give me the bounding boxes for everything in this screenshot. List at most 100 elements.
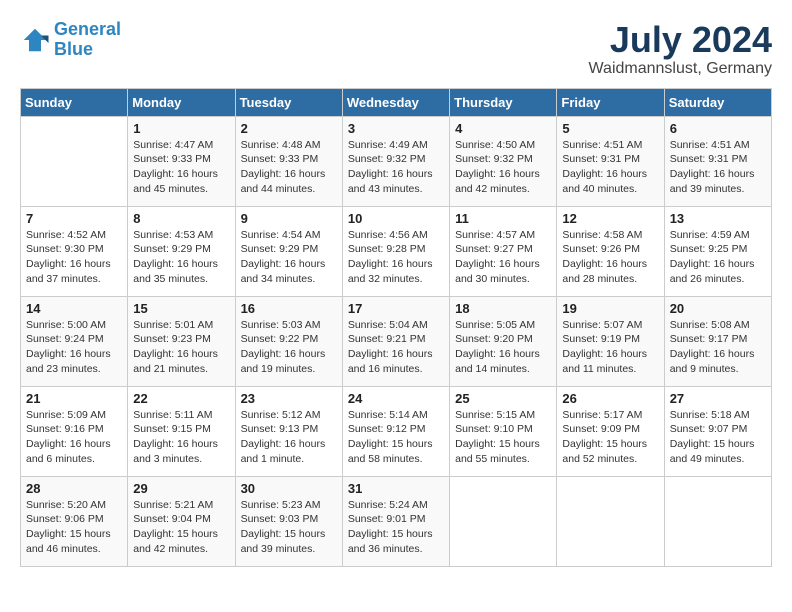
week-row-1: 1Sunrise: 4:47 AM Sunset: 9:33 PM Daylig… xyxy=(21,116,772,206)
calendar-cell: 3Sunrise: 4:49 AM Sunset: 9:32 PM Daylig… xyxy=(342,116,449,206)
day-number: 23 xyxy=(241,391,337,406)
calendar-cell: 14 Sunrise: 5:00 AM Sunset: 9:24 PM Dayli… xyxy=(21,296,128,386)
day-number: 3 xyxy=(348,121,444,136)
day-info: Sunrise: 4:50 AM Sunset: 9:32 PM Dayligh… xyxy=(455,138,551,197)
calendar-cell: 9 Sunrise: 4:54 AM Sunset: 9:29 PM Daylig… xyxy=(235,206,342,296)
calendar-cell: 11 Sunrise: 4:57 AM Sunset: 9:27 PM Dayli… xyxy=(450,206,557,296)
calendar-cell: 27Sunrise: 5:18 AM Sunset: 9:07 PM Dayli… xyxy=(664,386,771,476)
calendar-cell: 29Sunrise: 5:21 AM Sunset: 9:04 PM Dayli… xyxy=(128,476,235,566)
calendar-cell: 25Sunrise: 5:15 AM Sunset: 9:10 PM Dayli… xyxy=(450,386,557,476)
day-number: 19 xyxy=(562,301,658,316)
weekday-header-monday: Monday xyxy=(128,88,235,116)
day-info: Sunrise: 4:52 AM Sunset: 9:30 PM Dayligh… xyxy=(26,228,122,287)
weekday-header-wednesday: Wednesday xyxy=(342,88,449,116)
day-info: Sunrise: 5:24 AM Sunset: 9:01 PM Dayligh… xyxy=(348,498,444,557)
day-number: 21 xyxy=(26,391,122,406)
calendar-header: SundayMondayTuesdayWednesdayThursdayFrid… xyxy=(21,88,772,116)
day-number: 5 xyxy=(562,121,658,136)
day-info: Sunrise: 4:51 AM Sunset: 9:31 PM Dayligh… xyxy=(670,138,766,197)
calendar-cell: 28 Sunrise: 5:20 AM Sunset: 9:06 PM Dayli… xyxy=(21,476,128,566)
week-row-4: 21Sunrise: 5:09 AM Sunset: 9:16 PM Dayli… xyxy=(21,386,772,476)
logo-text: General Blue xyxy=(54,20,121,60)
day-number: 11 xyxy=(455,211,551,226)
day-info: Sunrise: 5:23 AM Sunset: 9:03 PM Dayligh… xyxy=(241,498,337,557)
calendar-cell: 17 Sunrise: 5:04 AM Sunset: 9:21 PM Dayli… xyxy=(342,296,449,386)
day-number: 18 xyxy=(455,301,551,316)
calendar-cell: 22Sunrise: 5:11 AM Sunset: 9:15 PM Dayli… xyxy=(128,386,235,476)
day-info: Sunrise: 4:57 AM Sunset: 9:27 PM Dayligh… xyxy=(455,228,551,287)
day-info: Sunrise: 5:05 AM Sunset: 9:20 PM Dayligh… xyxy=(455,318,551,377)
calendar-cell: 15 Sunrise: 5:01 AM Sunset: 9:23 PM Dayli… xyxy=(128,296,235,386)
day-info: Sunrise: 5:04 AM Sunset: 9:21 PM Dayligh… xyxy=(348,318,444,377)
calendar-title: July 2024 xyxy=(589,20,772,60)
day-info: Sunrise: 4:54 AM Sunset: 9:29 PM Dayligh… xyxy=(241,228,337,287)
calendar-cell xyxy=(664,476,771,566)
calendar-body: 1Sunrise: 4:47 AM Sunset: 9:33 PM Daylig… xyxy=(21,116,772,566)
calendar-cell: 8 Sunrise: 4:53 AM Sunset: 9:29 PM Daylig… xyxy=(128,206,235,296)
day-number: 7 xyxy=(26,211,122,226)
calendar-cell: 1Sunrise: 4:47 AM Sunset: 9:33 PM Daylig… xyxy=(128,116,235,206)
day-info: Sunrise: 5:12 AM Sunset: 9:13 PM Dayligh… xyxy=(241,408,337,467)
day-info: Sunrise: 5:07 AM Sunset: 9:19 PM Dayligh… xyxy=(562,318,658,377)
day-info: Sunrise: 5:18 AM Sunset: 9:07 PM Dayligh… xyxy=(670,408,766,467)
day-number: 6 xyxy=(670,121,766,136)
day-number: 10 xyxy=(348,211,444,226)
day-info: Sunrise: 5:03 AM Sunset: 9:22 PM Dayligh… xyxy=(241,318,337,377)
calendar-cell: 26Sunrise: 5:17 AM Sunset: 9:09 PM Dayli… xyxy=(557,386,664,476)
day-info: Sunrise: 5:08 AM Sunset: 9:17 PM Dayligh… xyxy=(670,318,766,377)
logo: General Blue xyxy=(20,20,121,60)
calendar-cell: 30 Sunrise: 5:23 AM Sunset: 9:03 PM Dayli… xyxy=(235,476,342,566)
title-block: July 2024 Waidmannslust, Germany xyxy=(589,20,772,78)
day-info: Sunrise: 4:56 AM Sunset: 9:28 PM Dayligh… xyxy=(348,228,444,287)
day-info: Sunrise: 4:59 AM Sunset: 9:25 PM Dayligh… xyxy=(670,228,766,287)
calendar-table: SundayMondayTuesdayWednesdayThursdayFrid… xyxy=(20,88,772,567)
day-number: 13 xyxy=(670,211,766,226)
day-number: 24 xyxy=(348,391,444,406)
calendar-cell: 31Sunrise: 5:24 AM Sunset: 9:01 PM Dayli… xyxy=(342,476,449,566)
day-number: 20 xyxy=(670,301,766,316)
calendar-cell xyxy=(21,116,128,206)
calendar-cell: 20 Sunrise: 5:08 AM Sunset: 9:17 PM Dayli… xyxy=(664,296,771,386)
day-info: Sunrise: 4:47 AM Sunset: 9:33 PM Dayligh… xyxy=(133,138,229,197)
logo-icon xyxy=(20,25,50,55)
day-number: 25 xyxy=(455,391,551,406)
calendar-cell: 23 Sunrise: 5:12 AM Sunset: 9:13 PM Dayli… xyxy=(235,386,342,476)
calendar-subtitle: Waidmannslust, Germany xyxy=(589,60,772,78)
calendar-cell: 21Sunrise: 5:09 AM Sunset: 9:16 PM Dayli… xyxy=(21,386,128,476)
calendar-cell xyxy=(450,476,557,566)
day-info: Sunrise: 4:58 AM Sunset: 9:26 PM Dayligh… xyxy=(562,228,658,287)
week-row-3: 14 Sunrise: 5:00 AM Sunset: 9:24 PM Dayli… xyxy=(21,296,772,386)
day-info: Sunrise: 5:21 AM Sunset: 9:04 PM Dayligh… xyxy=(133,498,229,557)
day-number: 17 xyxy=(348,301,444,316)
weekday-header-saturday: Saturday xyxy=(664,88,771,116)
calendar-cell: 7 Sunrise: 4:52 AM Sunset: 9:30 PM Daylig… xyxy=(21,206,128,296)
calendar-cell: 12 Sunrise: 4:58 AM Sunset: 9:26 PM Dayli… xyxy=(557,206,664,296)
day-info: Sunrise: 5:01 AM Sunset: 9:23 PM Dayligh… xyxy=(133,318,229,377)
day-number: 14 xyxy=(26,301,122,316)
day-number: 8 xyxy=(133,211,229,226)
calendar-cell: 18 Sunrise: 5:05 AM Sunset: 9:20 PM Dayli… xyxy=(450,296,557,386)
day-info: Sunrise: 5:14 AM Sunset: 9:12 PM Dayligh… xyxy=(348,408,444,467)
day-info: Sunrise: 4:53 AM Sunset: 9:29 PM Dayligh… xyxy=(133,228,229,287)
day-number: 28 xyxy=(26,481,122,496)
page-header: General Blue July 2024 Waidmannslust, Ge… xyxy=(20,20,772,78)
day-info: Sunrise: 5:11 AM Sunset: 9:15 PM Dayligh… xyxy=(133,408,229,467)
weekday-header-tuesday: Tuesday xyxy=(235,88,342,116)
day-info: Sunrise: 4:48 AM Sunset: 9:33 PM Dayligh… xyxy=(241,138,337,197)
calendar-cell: 4 Sunrise: 4:50 AM Sunset: 9:32 PM Daylig… xyxy=(450,116,557,206)
calendar-cell: 5 Sunrise: 4:51 AM Sunset: 9:31 PM Daylig… xyxy=(557,116,664,206)
day-number: 9 xyxy=(241,211,337,226)
day-info: Sunrise: 5:17 AM Sunset: 9:09 PM Dayligh… xyxy=(562,408,658,467)
week-row-2: 7 Sunrise: 4:52 AM Sunset: 9:30 PM Daylig… xyxy=(21,206,772,296)
day-number: 30 xyxy=(241,481,337,496)
day-number: 15 xyxy=(133,301,229,316)
weekday-row: SundayMondayTuesdayWednesdayThursdayFrid… xyxy=(21,88,772,116)
day-info: Sunrise: 5:00 AM Sunset: 9:24 PM Dayligh… xyxy=(26,318,122,377)
day-number: 4 xyxy=(455,121,551,136)
day-info: Sunrise: 4:51 AM Sunset: 9:31 PM Dayligh… xyxy=(562,138,658,197)
week-row-5: 28 Sunrise: 5:20 AM Sunset: 9:06 PM Dayli… xyxy=(21,476,772,566)
day-number: 12 xyxy=(562,211,658,226)
day-info: Sunrise: 5:20 AM Sunset: 9:06 PM Dayligh… xyxy=(26,498,122,557)
calendar-cell: 24 Sunrise: 5:14 AM Sunset: 9:12 PM Dayli… xyxy=(342,386,449,476)
weekday-header-friday: Friday xyxy=(557,88,664,116)
